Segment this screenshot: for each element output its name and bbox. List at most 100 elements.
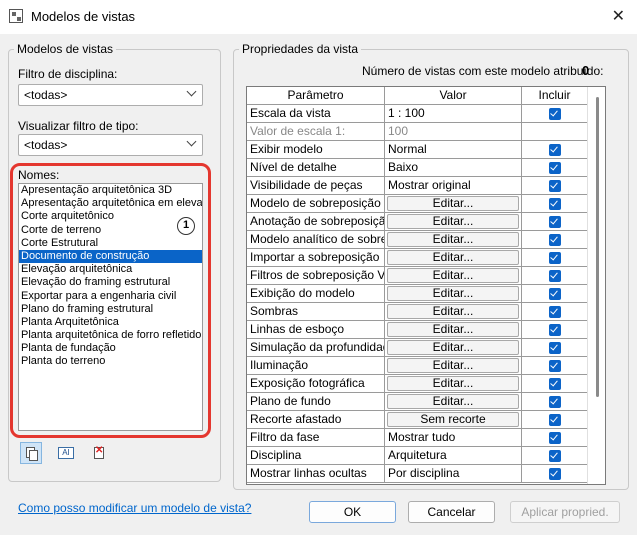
include-checkbox[interactable] xyxy=(548,198,561,210)
value-cell[interactable]: Por disciplina xyxy=(385,465,522,483)
table-row: Valor de escala 1: 100 xyxy=(247,123,588,141)
list-item[interactable]: Planta arquitetônica de forro refletido xyxy=(19,329,202,342)
include-checkbox[interactable] xyxy=(548,180,561,192)
list-item[interactable]: Planta Arquitetônica xyxy=(19,316,202,329)
edit-button[interactable]: Editar... xyxy=(387,232,519,247)
grid-scrollbar[interactable] xyxy=(587,87,605,484)
help-link[interactable]: Como posso modificar um modelo de vista? xyxy=(18,501,251,515)
list-item[interactable]: Elevação do framing estrutural xyxy=(19,276,202,289)
list-item[interactable]: Elevação arquitetônica xyxy=(19,263,202,276)
value-cell[interactable]: Editar... xyxy=(385,375,522,393)
value-cell[interactable]: Editar... xyxy=(385,195,522,213)
window-title: Modelos de vistas xyxy=(31,9,136,24)
value-cell[interactable]: Editar... xyxy=(385,213,522,231)
value-cell[interactable]: Editar... xyxy=(385,339,522,357)
include-checkbox[interactable] xyxy=(548,216,561,228)
edit-button[interactable]: Editar... xyxy=(387,322,519,337)
delete-x-icon: ✕ xyxy=(95,445,104,456)
grid-scrollbar-thumb[interactable] xyxy=(596,97,599,397)
ok-button[interactable]: OK xyxy=(309,501,396,523)
names-listbox[interactable]: Apresentação arquitetônica 3D Apresentaçã… xyxy=(18,183,203,431)
include-checkbox[interactable] xyxy=(548,234,561,246)
edit-button[interactable]: Editar... xyxy=(387,394,519,409)
type-filter-dropdown[interactable]: <todas> xyxy=(18,134,203,156)
edit-button[interactable]: Editar... xyxy=(387,250,519,265)
list-item[interactable]: Planta de fundação xyxy=(19,342,202,355)
include-checkbox[interactable] xyxy=(548,468,561,480)
edit-button[interactable]: Editar... xyxy=(387,376,519,391)
value-cell[interactable]: Mostrar tudo xyxy=(385,429,522,447)
list-item[interactable]: Plano do framing estrutural xyxy=(19,303,202,316)
list-item[interactable]: Corte arquitetônico xyxy=(19,210,202,223)
include-cell xyxy=(522,159,588,177)
include-checkbox[interactable] xyxy=(548,144,561,156)
include-checkbox[interactable] xyxy=(548,288,561,300)
value-cell[interactable]: Normal xyxy=(385,141,522,159)
include-cell xyxy=(522,285,588,303)
table-row: Sombras Editar... xyxy=(247,303,588,321)
column-header-value[interactable]: Valor xyxy=(385,87,522,105)
include-cell xyxy=(522,267,588,285)
list-item[interactable]: Documento de construção xyxy=(19,249,202,264)
value-cell[interactable]: Editar... xyxy=(385,249,522,267)
close-icon[interactable]: ✕ xyxy=(612,6,625,26)
include-checkbox[interactable] xyxy=(548,252,561,264)
value-cell[interactable]: Editar... xyxy=(385,267,522,285)
value-cell[interactable]: Editar... xyxy=(385,393,522,411)
edit-button[interactable]: Editar... xyxy=(387,286,519,301)
list-item[interactable]: Planta do terreno xyxy=(19,355,202,368)
value-cell[interactable]: Arquitetura xyxy=(385,447,522,465)
value-cell[interactable]: Editar... xyxy=(385,321,522,339)
edit-button[interactable]: Sem recorte xyxy=(387,412,519,427)
include-checkbox[interactable] xyxy=(548,324,561,336)
edit-button[interactable]: Editar... xyxy=(387,358,519,373)
edit-button[interactable]: Editar... xyxy=(387,304,519,319)
include-checkbox[interactable] xyxy=(548,414,561,426)
param-cell: Linhas de esboço xyxy=(247,321,385,339)
value-cell[interactable]: Editar... xyxy=(385,231,522,249)
rename-icon: AI xyxy=(58,447,74,459)
list-item[interactable]: Corte Estrutural xyxy=(19,237,202,250)
table-row: Exposição fotográfica Editar... xyxy=(247,375,588,393)
include-checkbox[interactable] xyxy=(548,432,561,444)
cancel-button[interactable]: Cancelar xyxy=(408,501,495,523)
value-cell[interactable]: Baixo xyxy=(385,159,522,177)
table-row: Importar a sobreposição Editar... xyxy=(247,249,588,267)
include-cell xyxy=(522,375,588,393)
value-cell[interactable]: 1 : 100 xyxy=(385,105,522,123)
include-checkbox[interactable] xyxy=(548,270,561,282)
list-item[interactable]: Corte de terreno xyxy=(19,224,202,237)
include-checkbox[interactable] xyxy=(548,108,561,120)
param-cell: Anotação de sobreposição xyxy=(247,213,385,231)
include-checkbox[interactable] xyxy=(548,396,561,408)
list-item[interactable]: Exportar para a engenharia civil xyxy=(19,290,202,303)
include-checkbox[interactable] xyxy=(548,342,561,354)
value-cell[interactable]: Editar... xyxy=(385,303,522,321)
param-cell: Valor de escala 1: xyxy=(247,123,385,141)
edit-button[interactable]: Editar... xyxy=(387,196,519,211)
value-cell[interactable]: Editar... xyxy=(385,285,522,303)
list-item[interactable]: Apresentação arquitetônica em elevação xyxy=(19,197,202,210)
assigned-count-label: Número de vistas com este modelo atribuí… xyxy=(362,64,604,78)
value-cell[interactable]: Mostrar original xyxy=(385,177,522,195)
apply-properties-button[interactable]: Aplicar propried. xyxy=(510,501,620,523)
duplicate-button[interactable] xyxy=(20,442,42,464)
param-cell: Sombras xyxy=(247,303,385,321)
column-header-include[interactable]: Incluir xyxy=(522,87,588,105)
include-checkbox[interactable] xyxy=(548,162,561,174)
param-cell: Nível de detalhe xyxy=(247,159,385,177)
discipline-filter-dropdown[interactable]: <todas> xyxy=(18,84,203,106)
include-checkbox[interactable] xyxy=(548,360,561,372)
column-header-param[interactable]: Parâmetro xyxy=(247,87,385,105)
value-cell[interactable]: Editar... xyxy=(385,357,522,375)
rename-button[interactable]: AI xyxy=(55,442,77,464)
include-checkbox[interactable] xyxy=(548,378,561,390)
value-cell[interactable]: Sem recorte xyxy=(385,411,522,429)
edit-button[interactable]: Editar... xyxy=(387,268,519,283)
list-item[interactable]: Apresentação arquitetônica 3D xyxy=(19,184,202,197)
edit-button[interactable]: Editar... xyxy=(387,214,519,229)
include-checkbox[interactable] xyxy=(548,450,561,462)
include-checkbox[interactable] xyxy=(548,306,561,318)
delete-button[interactable]: ✕ xyxy=(88,442,110,464)
edit-button[interactable]: Editar... xyxy=(387,340,519,355)
